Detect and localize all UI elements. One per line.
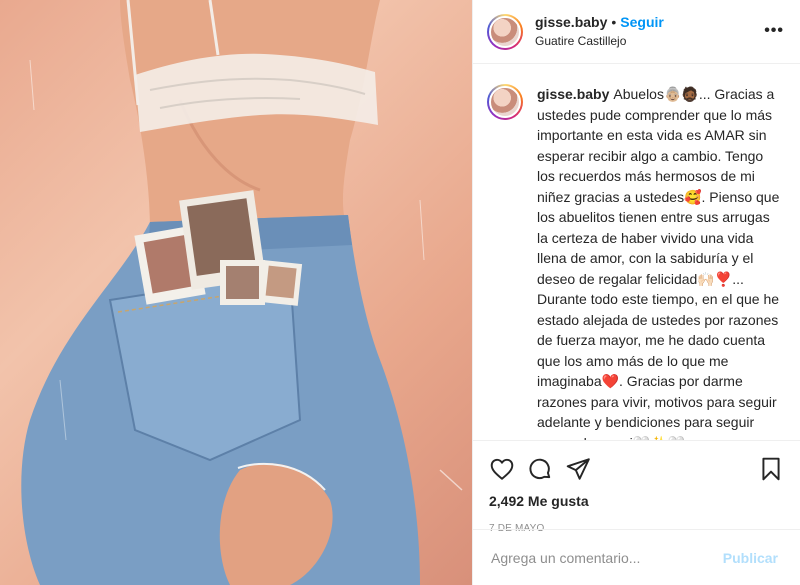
caption-row: gisse.baby Abuelos👵🏼🧔🏾... Gracias a usted… xyxy=(487,84,784,440)
comments-area[interactable]: gisse.baby Abuelos👵🏼🧔🏾... Gracias a usted… xyxy=(473,64,800,440)
avatar-image xyxy=(489,15,521,48)
avatar-image xyxy=(489,86,521,118)
publish-button[interactable]: Publicar xyxy=(717,549,784,567)
follow-button[interactable]: Seguir xyxy=(620,14,664,30)
post-caption: gisse.baby Abuelos👵🏼🧔🏾... Gracias a usted… xyxy=(537,84,783,440)
likes-count[interactable]: 2,492 Me gusta xyxy=(489,493,784,509)
comment-bubble-icon[interactable] xyxy=(527,456,553,482)
post-photo[interactable] xyxy=(0,0,472,585)
post-header: gisse.baby • Seguir Guatire Castillejo ••• xyxy=(473,0,800,64)
add-comment-bar: Publicar xyxy=(473,529,800,585)
bookmark-icon[interactable] xyxy=(758,456,784,482)
author-info: gisse.baby • Seguir Guatire Castillejo xyxy=(535,14,664,50)
action-icons xyxy=(489,449,784,489)
caption-text: Abuelos👵🏼🧔🏾... Gracias a ustedes pude co… xyxy=(537,86,780,440)
photo-illustration xyxy=(21,0,463,585)
caption-username[interactable]: gisse.baby xyxy=(537,86,609,102)
more-options-icon[interactable]: ••• xyxy=(764,22,784,40)
separator-dot: • xyxy=(611,13,617,30)
author-line: gisse.baby • Seguir xyxy=(535,14,664,31)
post-location[interactable]: Guatire Castillejo xyxy=(535,33,664,50)
post-side-panel: gisse.baby • Seguir Guatire Castillejo •••… xyxy=(472,0,800,585)
author-username[interactable]: gisse.baby xyxy=(535,14,607,30)
author-avatar[interactable] xyxy=(487,13,523,50)
heart-icon[interactable] xyxy=(489,456,515,482)
instagram-post: gisse.baby • Seguir Guatire Castillejo •••… xyxy=(0,0,800,585)
paper-plane-icon[interactable] xyxy=(565,456,591,482)
post-actions: 2,492 Me gusta 7 DE MAYO xyxy=(473,440,800,534)
comment-input[interactable] xyxy=(489,548,717,567)
caption-author-avatar[interactable] xyxy=(487,84,523,120)
